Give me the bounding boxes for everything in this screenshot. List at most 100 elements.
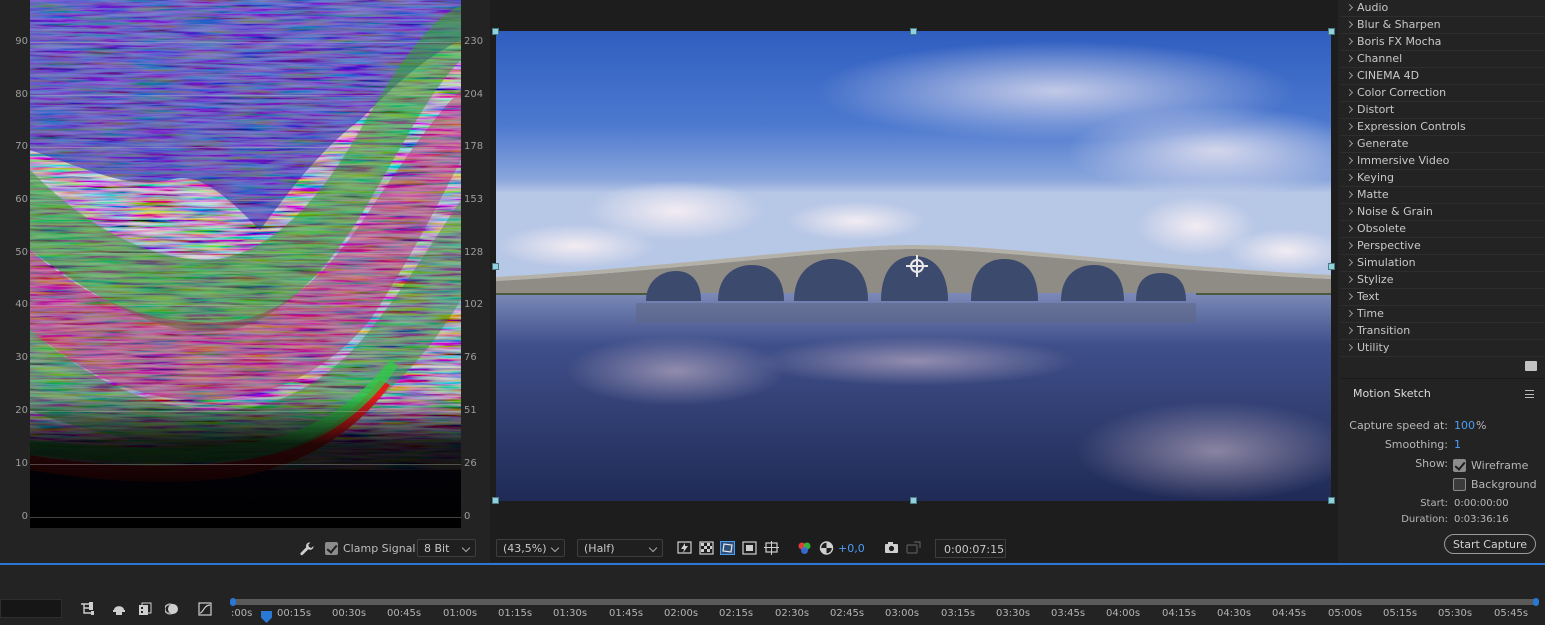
transparency-grid-icon[interactable]: [699, 541, 714, 555]
scope-axis-label: 128: [464, 247, 484, 258]
transform-handle[interactable]: [492, 497, 499, 504]
timeline-search-input[interactable]: [0, 599, 62, 618]
scope-axis-label: 30: [15, 352, 28, 363]
region-of-interest-icon[interactable]: [742, 541, 757, 555]
effect-category-color-correction[interactable]: Color Correction: [1341, 85, 1545, 102]
scope-axis-label: 230: [464, 36, 484, 47]
effect-category-keying[interactable]: Keying: [1341, 170, 1545, 187]
time-ruler-label: 01:45s: [609, 608, 644, 619]
zoom-dropdown[interactable]: (43,5%): [496, 539, 565, 557]
zoom-value: (43,5%): [503, 542, 547, 555]
effect-category-boris-fx-mocha[interactable]: Boris FX Mocha: [1341, 34, 1545, 51]
motion-blur-icon[interactable]: [165, 602, 179, 616]
start-capture-button[interactable]: Start Capture: [1444, 534, 1536, 554]
effect-category-generate[interactable]: Generate: [1341, 136, 1545, 153]
smoothing-value[interactable]: 1: [1454, 438, 1461, 451]
composition-frame[interactable]: [496, 31, 1331, 501]
effect-category-audio[interactable]: Audio: [1341, 0, 1545, 17]
fast-previews-icon[interactable]: [677, 541, 692, 555]
new-folder-icon[interactable]: [1525, 361, 1537, 371]
show-snapshot-icon[interactable]: [906, 541, 921, 555]
work-area-start-handle[interactable]: [230, 598, 236, 606]
effect-category-label: Distort: [1357, 103, 1395, 116]
time-ruler-label: :00s: [231, 608, 253, 619]
effect-category-label: Obsolete: [1357, 222, 1407, 235]
effect-category-text[interactable]: Text: [1341, 289, 1545, 306]
shy-layers-icon[interactable]: [112, 602, 126, 616]
effect-category-blur-sharpen[interactable]: Blur & Sharpen: [1341, 17, 1545, 34]
effect-category-utility[interactable]: Utility: [1341, 340, 1545, 357]
effect-category-matte[interactable]: Matte: [1341, 187, 1545, 204]
scope-axis-label: 90: [15, 36, 28, 47]
effect-category-cinema-4d[interactable]: CINEMA 4D: [1341, 68, 1545, 85]
anchor-point-icon[interactable]: [906, 255, 928, 277]
panel-menu-icon[interactable]: [1525, 390, 1534, 398]
time-ruler-label: 02:15s: [719, 608, 754, 619]
exposure-value[interactable]: +0,0: [838, 542, 865, 555]
current-time-field[interactable]: 0:00:07:15: [935, 539, 1006, 558]
effect-category-transition[interactable]: Transition: [1341, 323, 1545, 340]
playhead[interactable]: [261, 611, 272, 623]
effect-category-obsolete[interactable]: Obsolete: [1341, 221, 1545, 238]
effect-category-distort[interactable]: Distort: [1341, 102, 1545, 119]
start-label: Start:: [1420, 498, 1448, 509]
chevron-right-icon: [1345, 207, 1354, 216]
time-ruler-label: 00:45s: [387, 608, 422, 619]
capture-speed-value[interactable]: 100: [1454, 419, 1475, 432]
guides-icon[interactable]: [764, 541, 779, 555]
wireframe-label: Wireframe: [1471, 459, 1529, 472]
time-ruler-label: 02:45s: [830, 608, 865, 619]
transform-handle[interactable]: [1328, 497, 1335, 504]
effect-category-label: CINEMA 4D: [1357, 69, 1420, 82]
chevron-right-icon: [1345, 122, 1354, 131]
time-ruler-label: 00:30s: [332, 608, 367, 619]
effect-category-channel[interactable]: Channel: [1341, 51, 1545, 68]
chevron-right-icon: [1345, 224, 1354, 233]
time-ruler-label: 04:45s: [1272, 608, 1307, 619]
work-area-bar[interactable]: [233, 599, 1538, 605]
effect-category-label: Noise & Grain: [1357, 205, 1433, 218]
capture-speed-label: Capture speed at:: [1349, 419, 1448, 432]
effect-category-label: Channel: [1357, 52, 1403, 65]
motion-sketch-panel: Motion Sketch Capture speed at: 100 % Sm…: [1341, 378, 1545, 562]
rgb-parade-scope: [30, 0, 461, 528]
background-checkbox[interactable]: [1453, 478, 1466, 491]
transform-handle[interactable]: [492, 263, 499, 270]
reset-exposure-icon[interactable]: [819, 541, 834, 555]
channels-icon[interactable]: [797, 541, 812, 555]
frame-blending-icon[interactable]: [138, 602, 152, 616]
time-ruler-label: 05:30s: [1438, 608, 1473, 619]
composition-flowchart-icon[interactable]: [80, 602, 94, 616]
chevron-down-icon: [461, 543, 471, 553]
transform-handle[interactable]: [1328, 28, 1335, 35]
composition-viewer: (43,5%) (Half) +0,0 0:00:07:15: [490, 0, 1338, 562]
transform-handle[interactable]: [910, 497, 917, 504]
graph-editor-icon[interactable]: [198, 602, 212, 616]
effect-category-simulation[interactable]: Simulation: [1341, 255, 1545, 272]
bit-depth-dropdown[interactable]: 8 Bit: [417, 539, 476, 557]
time-ruler-label: 01:00s: [443, 608, 478, 619]
transform-handle[interactable]: [910, 28, 917, 35]
mask-visibility-icon[interactable]: [720, 541, 735, 555]
effect-category-perspective[interactable]: Perspective: [1341, 238, 1545, 255]
wrench-icon[interactable]: [300, 542, 314, 556]
chevron-right-icon: [1345, 292, 1354, 301]
time-ruler-label: 04:30s: [1217, 608, 1252, 619]
work-area-end-handle[interactable]: [1533, 598, 1539, 606]
transform-handle[interactable]: [492, 28, 499, 35]
effect-category-expression-controls[interactable]: Expression Controls: [1341, 119, 1545, 136]
transform-handle[interactable]: [1328, 263, 1335, 270]
effect-category-time[interactable]: Time: [1341, 306, 1545, 323]
effect-category-noise-grain[interactable]: Noise & Grain: [1341, 204, 1545, 221]
chevron-right-icon: [1345, 326, 1354, 335]
duration-label: Duration:: [1401, 514, 1448, 525]
resolution-dropdown[interactable]: (Half): [577, 539, 663, 557]
clamp-signal-checkbox[interactable]: [325, 542, 338, 555]
wireframe-checkbox[interactable]: [1453, 459, 1466, 472]
effect-category-stylize[interactable]: Stylize: [1341, 272, 1545, 289]
panel-title: Motion Sketch: [1353, 387, 1431, 400]
snapshot-icon[interactable]: [884, 541, 899, 555]
effect-category-immersive-video[interactable]: Immersive Video: [1341, 153, 1545, 170]
time-ruler-label: 01:15s: [498, 608, 533, 619]
scope-axis-label: 76: [464, 352, 477, 363]
